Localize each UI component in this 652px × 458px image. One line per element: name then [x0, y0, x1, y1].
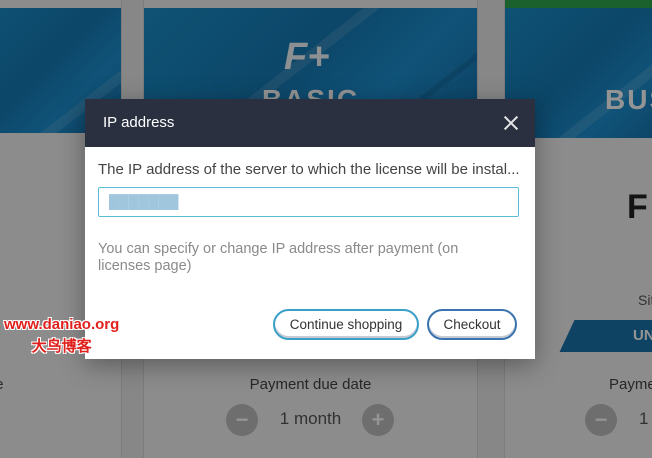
dialog-body: The IP address of the server to which th…	[85, 147, 535, 275]
ip-hint-text: You can specify or change IP address aft…	[98, 241, 459, 274]
ip-field-label: The IP address of the server to which th…	[98, 161, 520, 178]
continue-shopping-button[interactable]: Continue shopping	[273, 309, 419, 340]
watermark-url: www.daniao.org	[4, 316, 120, 333]
checkout-button[interactable]: Checkout	[427, 309, 517, 340]
watermark-name: 大鸟博客	[31, 338, 92, 355]
dialog-header: IP address	[85, 99, 535, 147]
site-watermark: www.daniao.org 大鸟博客	[4, 316, 119, 356]
dialog-title: IP address	[103, 114, 175, 131]
ip-address-input[interactable]	[98, 187, 519, 217]
ip-address-dialog: IP address The IP address of the server …	[85, 99, 535, 359]
close-icon[interactable]	[501, 113, 521, 133]
